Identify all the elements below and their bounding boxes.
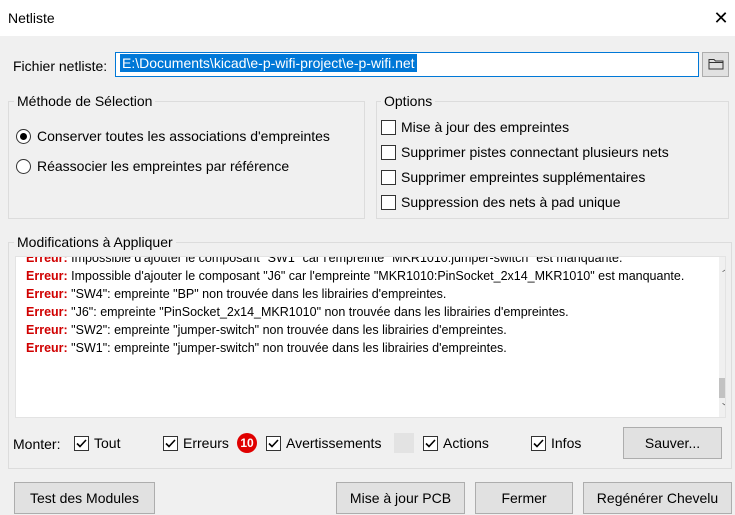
radio-keep-associations[interactable]: Conserver toutes les associations d'empr…	[16, 128, 330, 144]
messages-list: Erreur: Impossible d'ajouter le composan…	[26, 256, 706, 357]
checkbox[interactable]	[423, 435, 438, 451]
checkbox[interactable]	[266, 435, 281, 451]
option-label: Supprimer empreintes supplémentaires	[401, 169, 646, 185]
modifications-title: Modifications à Appliquer	[14, 234, 176, 250]
save-report-button[interactable]: Sauver...	[623, 427, 722, 459]
file-path-value: E:\Documents\kicad\e-p-wifi-project\e-p-…	[120, 54, 417, 72]
checkbox[interactable]	[74, 435, 89, 451]
option-label: Supprimer pistes connectant plusieurs ne…	[401, 144, 669, 160]
option-label: Suppression des nets à pad unique	[401, 194, 621, 210]
error-count-badge: 10	[237, 433, 257, 453]
show-label: Monter:	[13, 436, 61, 452]
filter-all[interactable]: Tout	[74, 435, 120, 451]
radio-reassociate[interactable]: Réassocier les empreintes par référence	[16, 158, 289, 174]
scroll-thumb[interactable]	[719, 378, 725, 398]
message-line: Erreur: "SW1": empreinte "jumper-switch"…	[26, 341, 507, 355]
window-title: Netliste	[8, 10, 55, 26]
netlist-file-input[interactable]: E:\Documents\kicad\e-p-wifi-project\e-p-…	[115, 52, 699, 77]
message-line: Erreur: Impossible d'ajouter le composan…	[26, 269, 685, 283]
rebuild-links-button[interactable]: Regénérer Chevelu	[583, 482, 732, 514]
message-line: Erreur: "J6": empreinte "PinSocket_2x14_…	[26, 305, 569, 319]
message-line: Erreur: Impossible d'ajouter le composan…	[26, 256, 623, 265]
file-label: Fichier netliste:	[13, 58, 108, 74]
check-icon	[533, 438, 544, 448]
title-bar	[0, 0, 735, 36]
check-icon	[76, 438, 87, 448]
radio-button[interactable]	[16, 158, 31, 174]
radio-label: Réassocier les empreintes par référence	[37, 158, 290, 174]
folder-icon	[708, 57, 724, 73]
filter-errors[interactable]: Erreurs	[163, 435, 229, 451]
option-update-footprints[interactable]: Mise à jour des empreintes	[381, 119, 569, 135]
radio-label: Conserver toutes les associations d'empr…	[37, 128, 330, 144]
check-icon	[268, 438, 279, 448]
filter-label: Erreurs	[183, 435, 229, 451]
close-button[interactable]: Fermer	[475, 482, 573, 514]
checkbox[interactable]	[381, 194, 396, 210]
filter-warnings[interactable]: Avertissements	[266, 435, 381, 451]
selection-method-title: Méthode de Sélection	[14, 93, 156, 109]
filter-label: Infos	[551, 435, 582, 451]
check-icon	[425, 438, 436, 448]
option-delete-tracks[interactable]: Supprimer pistes connectant plusieurs ne…	[381, 144, 669, 160]
message-line: Erreur: "SW2": empreinte "jumper-switch"…	[26, 323, 507, 337]
test-modules-button[interactable]: Test des Modules	[14, 482, 155, 514]
scroll-down-icon[interactable]: ﹀	[719, 400, 725, 416]
option-delete-extra-footprints[interactable]: Supprimer empreintes supplémentaires	[381, 169, 645, 185]
options-title: Options	[381, 93, 436, 109]
option-label: Mise à jour des empreintes	[401, 119, 570, 135]
checkbox[interactable]	[381, 144, 396, 160]
filter-label: Actions	[443, 435, 489, 451]
check-icon	[165, 438, 176, 448]
option-delete-single-pad-nets[interactable]: Suppression des nets à pad unique	[381, 194, 621, 210]
message-line: Erreur: "SW4": empreinte "BP" non trouvé…	[26, 287, 447, 301]
filter-label: Avertissements	[286, 435, 382, 451]
filter-actions[interactable]: Actions	[423, 435, 489, 451]
filter-infos[interactable]: Infos	[531, 435, 581, 451]
browse-button[interactable]	[702, 52, 729, 77]
radio-button[interactable]	[16, 128, 31, 144]
checkbox[interactable]	[381, 169, 396, 185]
warning-count-swatch	[394, 433, 414, 453]
checkbox[interactable]	[531, 435, 546, 451]
checkbox[interactable]	[381, 119, 396, 135]
filter-label: Tout	[94, 435, 121, 451]
messages-panel[interactable]: Erreur: Impossible d'ajouter le composan…	[15, 256, 726, 418]
scroll-up-icon[interactable]: ︿	[719, 259, 725, 275]
close-icon[interactable]: ✕	[709, 6, 733, 30]
checkbox[interactable]	[163, 435, 178, 451]
update-pcb-button[interactable]: Mise à jour PCB	[336, 482, 465, 514]
